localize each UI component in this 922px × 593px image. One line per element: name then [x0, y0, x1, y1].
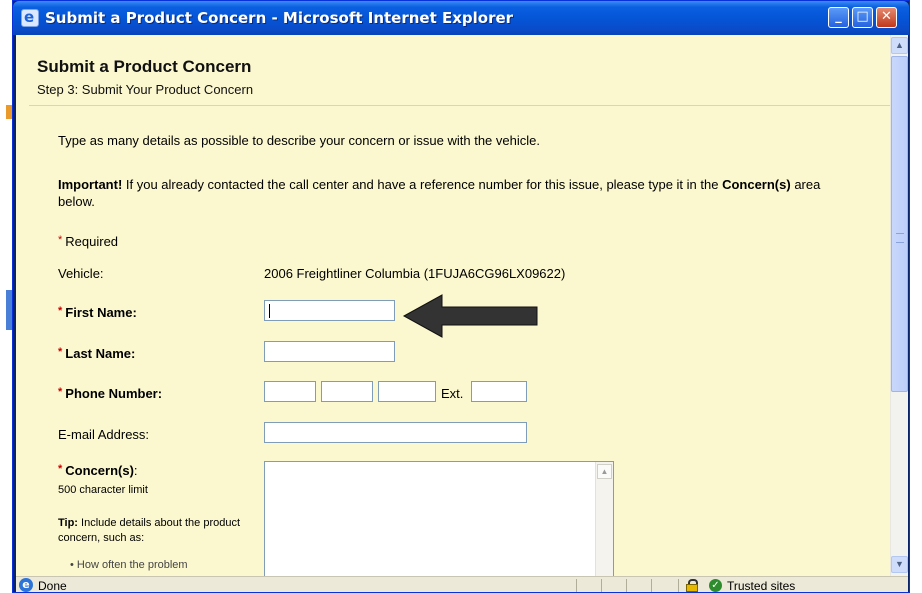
required-legend: * Required	[58, 234, 118, 249]
phone-ext-input[interactable]	[471, 381, 527, 402]
page-done-icon: e	[19, 578, 33, 592]
annotation-arrow-icon	[402, 294, 538, 338]
tip-body: Include details about the product concer…	[58, 517, 241, 544]
background-window-edge	[0, 0, 12, 593]
email-label: E-mail Address:	[58, 427, 150, 442]
header-divider	[29, 105, 890, 106]
ie-popup-window: Submit a Product Concern - Microsoft Int…	[12, 0, 910, 593]
last-name-input[interactable]	[264, 341, 395, 362]
text-cursor	[269, 304, 270, 318]
intro-text: Type as many details as possible to desc…	[58, 133, 540, 148]
security-zone-label[interactable]: Trusted sites	[727, 579, 795, 592]
phone-number-label: * Phone Number:	[58, 386, 162, 401]
first-name-label: * First Name:	[58, 305, 137, 320]
page-vertical-scrollbar[interactable]: ▲ ▼	[890, 35, 908, 576]
page-viewport: Submit a Product Concern Step 3: Submit …	[16, 35, 890, 576]
important-text: If you already contacted the call center…	[122, 177, 723, 192]
internet-explorer-icon	[21, 8, 39, 27]
title-bar[interactable]: Submit a Product Concern - Microsoft Int…	[13, 1, 909, 35]
required-legend-text: Required	[65, 234, 119, 249]
phone-area-code-input[interactable]	[264, 381, 316, 402]
trusted-check-icon: ✓	[709, 579, 722, 592]
status-divider	[651, 579, 652, 592]
scroll-up-arrow-icon[interactable]: ▲	[597, 464, 612, 479]
status-bar: e Done ✓ Trusted sites	[16, 576, 908, 593]
vehicle-label: Vehicle:	[58, 266, 104, 281]
phone-number-label-text: Phone Number:	[65, 386, 163, 401]
scroll-down-arrow-icon[interactable]: ▼	[891, 556, 908, 573]
last-name-label-text: Last Name:	[65, 346, 136, 361]
scroll-up-arrow-icon[interactable]: ▲	[891, 37, 908, 54]
concerns-textarea[interactable]: ▲	[264, 461, 614, 576]
required-marker: *	[58, 234, 63, 246]
window-title: Submit a Product Concern - Microsoft Int…	[45, 9, 514, 27]
concerns-label-colon: :	[133, 463, 138, 478]
concern-form-page: Submit a Product Concern Step 3: Submit …	[16, 35, 890, 576]
scrollbar-thumb[interactable]	[891, 56, 908, 392]
step-subtitle: Step 3: Submit Your Product Concern	[37, 82, 254, 97]
tip-lead: Tip:	[58, 517, 78, 529]
status-divider	[626, 579, 627, 592]
email-input[interactable]	[264, 422, 527, 443]
concerns-label: * Concern(s):	[58, 463, 138, 478]
page-title: Submit a Product Concern	[37, 57, 252, 76]
phone-prefix-input[interactable]	[321, 381, 373, 402]
required-marker: *	[58, 305, 63, 317]
important-note: Important! If you already contacted the …	[58, 176, 858, 210]
status-text: Done	[38, 579, 67, 593]
scrollbar-grip-icon	[896, 233, 904, 243]
required-marker: *	[58, 463, 63, 475]
character-limit-note: 500 character limit	[58, 484, 148, 496]
lock-icon	[686, 579, 698, 592]
status-divider	[678, 579, 679, 592]
first-name-label-text: First Name:	[65, 305, 137, 320]
last-name-label: * Last Name:	[58, 346, 135, 361]
minimize-button[interactable]: _	[828, 7, 849, 28]
phone-line-input[interactable]	[378, 381, 436, 402]
required-marker: *	[58, 346, 63, 358]
close-button[interactable]: ✕	[876, 7, 897, 28]
status-divider	[601, 579, 602, 592]
important-emphasis: Concern(s)	[722, 177, 791, 192]
phone-ext-label: Ext.	[441, 386, 464, 401]
tip-text: Tip: Include details about the product c…	[58, 516, 243, 546]
status-divider	[576, 579, 577, 592]
maximize-button[interactable]: □	[852, 7, 873, 28]
vehicle-value: 2006 Freightliner Columbia (1FUJA6CG96LX…	[264, 266, 566, 281]
tip-bullet-item: • How often the problem	[70, 559, 188, 571]
textarea-scrollbar[interactable]: ▲	[595, 462, 613, 576]
first-name-input[interactable]	[264, 300, 395, 321]
important-lead: Important!	[58, 177, 123, 192]
concerns-label-text: Concern(s)	[65, 463, 134, 478]
required-marker: *	[58, 386, 63, 398]
